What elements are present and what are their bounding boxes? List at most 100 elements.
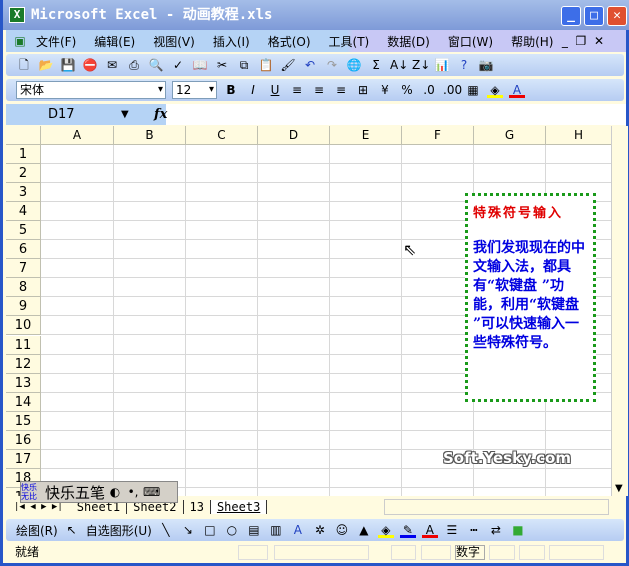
bold-icon[interactable]: B: [223, 82, 239, 98]
row-header[interactable]: 5: [6, 221, 41, 241]
sheet-tab[interactable]: 13: [184, 500, 211, 514]
line-icon[interactable]: ╲: [158, 522, 174, 538]
row-header[interactable]: 13: [6, 373, 41, 393]
borders-icon[interactable]: ▦: [465, 82, 481, 98]
row-header[interactable]: 12: [6, 354, 41, 374]
sort-ascending-icon[interactable]: A↓: [390, 57, 408, 73]
row-header[interactable]: 8: [6, 278, 41, 298]
oval-icon[interactable]: ○: [224, 522, 240, 538]
decrease-decimal-icon[interactable]: .00: [443, 82, 462, 98]
row-header[interactable]: 6: [6, 240, 41, 260]
menu-item[interactable]: 数据(D): [387, 33, 430, 50]
new-icon[interactable]: 🗋: [16, 57, 32, 73]
align-left-icon[interactable]: ≡: [289, 82, 305, 98]
horizontal-scrollbar[interactable]: [384, 499, 609, 515]
format-painter-icon[interactable]: 🖌: [280, 57, 296, 73]
arrow-style-icon[interactable]: ⇄: [488, 522, 504, 538]
row-header[interactable]: 9: [6, 297, 41, 317]
formula-input[interactable]: [166, 104, 626, 125]
menu-item[interactable]: 文件(F): [36, 33, 76, 50]
hyperlink-icon[interactable]: 🌐: [346, 57, 362, 73]
fx-icon[interactable]: fx: [154, 104, 167, 125]
row-header[interactable]: 10: [6, 316, 41, 336]
row-header[interactable]: 1: [6, 145, 41, 164]
half-width-icon[interactable]: ◐: [107, 484, 123, 500]
column-header[interactable]: B: [114, 126, 186, 145]
copy-icon[interactable]: ⧉: [236, 57, 252, 73]
textbox-icon[interactable]: ▤: [246, 522, 262, 538]
sort-descending-icon[interactable]: Z↓: [412, 57, 430, 73]
row-header[interactable]: 4: [6, 202, 41, 222]
save-icon[interactable]: 💾: [60, 57, 76, 73]
row-header[interactable]: 3: [6, 183, 41, 203]
wordart-icon[interactable]: A: [290, 522, 306, 538]
align-right-icon[interactable]: ≡: [333, 82, 349, 98]
menu-item[interactable]: 格式(O): [268, 33, 311, 50]
clipart-icon[interactable]: ☺: [334, 522, 350, 538]
autoshapes-menu[interactable]: 自选图形(U): [86, 522, 152, 539]
vertical-scrollbar[interactable]: ▼: [611, 126, 628, 496]
row-header[interactable]: 15: [6, 411, 41, 431]
merge-center-icon[interactable]: ⊞: [355, 82, 371, 98]
research-icon[interactable]: 📖: [192, 57, 208, 73]
chevron-down-icon[interactable]: ▼: [121, 104, 129, 125]
column-header[interactable]: C: [186, 126, 258, 145]
fill-color-icon[interactable]: ◈: [377, 522, 394, 538]
column-header[interactable]: F: [402, 126, 474, 145]
email-icon[interactable]: ✉: [104, 57, 120, 73]
line-color-icon[interactable]: ✎: [399, 522, 416, 538]
fill-color-icon[interactable]: ◈: [487, 82, 503, 98]
select-objects-icon[interactable]: ↖: [64, 522, 80, 538]
font-select[interactable]: 宋体: [16, 81, 166, 99]
undo-icon[interactable]: ↶: [302, 57, 318, 73]
line-style-icon[interactable]: ☰: [444, 522, 460, 538]
select-all-corner[interactable]: [6, 126, 41, 145]
punctuation-icon[interactable]: •,: [125, 484, 141, 500]
spelling-icon[interactable]: ✓: [170, 57, 186, 73]
menu-item[interactable]: 插入(I): [213, 33, 250, 50]
ime-name[interactable]: 快乐五笔: [45, 482, 105, 503]
column-header[interactable]: H: [546, 126, 612, 145]
print-preview-icon[interactable]: 🔍: [148, 57, 164, 73]
row-header[interactable]: 11: [6, 335, 41, 355]
menu-item[interactable]: 帮助(H): [511, 33, 553, 50]
arrow-icon[interactable]: ↘: [180, 522, 196, 538]
paste-icon[interactable]: 📋: [258, 57, 274, 73]
autosum-icon[interactable]: Σ: [368, 57, 384, 73]
row-header[interactable]: 7: [6, 259, 41, 279]
help-icon[interactable]: ?: [456, 57, 472, 73]
menu-item[interactable]: 视图(V): [153, 33, 195, 50]
menu-item[interactable]: 编辑(E): [94, 33, 135, 50]
dash-style-icon[interactable]: ┅: [466, 522, 482, 538]
column-header[interactable]: G: [474, 126, 546, 145]
cut-icon[interactable]: ✂: [214, 57, 230, 73]
italic-icon[interactable]: I: [245, 82, 261, 98]
column-header[interactable]: D: [258, 126, 330, 145]
soft-keyboard-icon[interactable]: ⌨: [143, 484, 160, 500]
underline-icon[interactable]: U: [267, 82, 283, 98]
increase-decimal-icon[interactable]: .0: [421, 82, 437, 98]
shadow-icon[interactable]: ■: [510, 522, 526, 538]
menu-item[interactable]: 工具(T): [329, 33, 370, 50]
permission-icon[interactable]: ⛔: [82, 57, 98, 73]
column-header[interactable]: E: [330, 126, 402, 145]
menu-item[interactable]: 窗口(W): [448, 33, 493, 50]
redo-icon[interactable]: ↷: [324, 57, 340, 73]
chart-wizard-icon[interactable]: 📊: [434, 57, 450, 73]
name-box[interactable]: D17 ▼ fx: [6, 104, 167, 125]
sheet-tab[interactable]: Sheet3: [210, 500, 268, 514]
close-button[interactable]: ✕: [607, 6, 627, 26]
align-center-icon[interactable]: ≡: [311, 82, 327, 98]
scroll-down-icon[interactable]: ▼: [615, 483, 623, 494]
vertical-textbox-icon[interactable]: ▥: [268, 522, 284, 538]
tab-scroll-buttons[interactable]: |◀ ◀ ▶ ▶|: [6, 502, 71, 512]
font-size-select[interactable]: 12: [172, 81, 217, 99]
minimize-button[interactable]: _: [561, 6, 581, 26]
print-icon[interactable]: ⎙: [126, 57, 142, 73]
camera-icon[interactable]: 📷: [478, 57, 494, 73]
row-header[interactable]: 16: [6, 430, 41, 450]
open-icon[interactable]: 📂: [38, 57, 54, 73]
row-header[interactable]: 2: [6, 164, 41, 184]
rectangle-icon[interactable]: □: [202, 522, 218, 538]
column-header[interactable]: A: [41, 126, 114, 145]
